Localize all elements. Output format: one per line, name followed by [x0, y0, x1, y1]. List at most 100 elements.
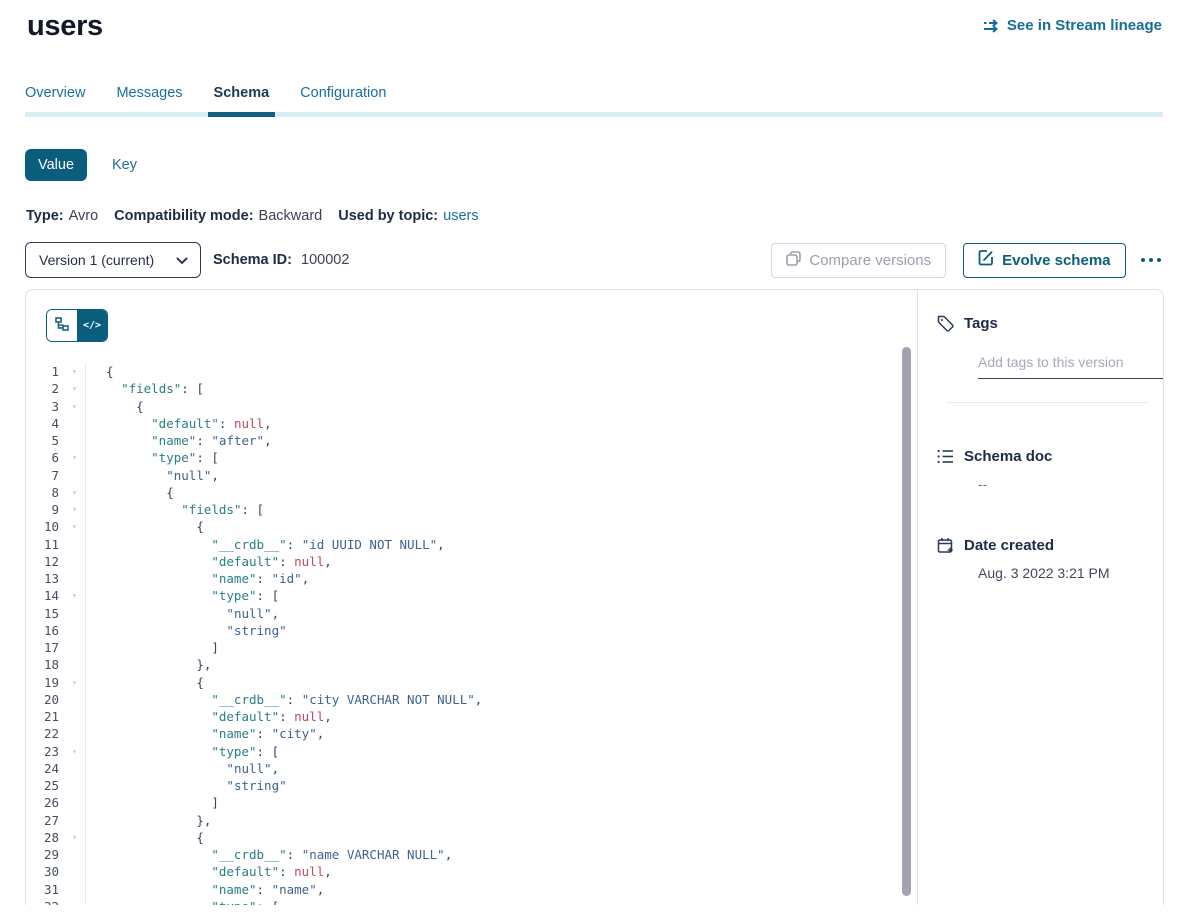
fold-toggle-icon[interactable]: ▾: [64, 587, 85, 604]
used-by-topic-label: Used by topic:: [338, 208, 438, 224]
date-created-value: Aug. 3 2022 3:21 PM: [978, 565, 1149, 581]
code-lines: 1▾{2▾ "fields": [3▾ {4 "default": null,5…: [26, 363, 917, 905]
fold-spacer: [64, 622, 85, 639]
code-text: "fields": [: [85, 501, 917, 518]
code-line: 4 "default": null,: [26, 415, 917, 432]
code-text: "null",: [85, 605, 917, 622]
code-text: ]: [85, 639, 917, 656]
evolve-schema-label: Evolve schema: [1002, 252, 1110, 269]
fold-spacer: [64, 415, 85, 432]
tree-view-button[interactable]: [47, 310, 77, 341]
fold-toggle-icon[interactable]: ▾: [64, 380, 85, 397]
tree-view-icon: [55, 317, 69, 334]
code-line: 13 "name": "id",: [26, 570, 917, 587]
code-line: 11 "__crdb__": "id UUID NOT NULL",: [26, 536, 917, 553]
fold-toggle-icon[interactable]: ▾: [64, 674, 85, 691]
line-number: 4: [26, 415, 64, 432]
code-text: "type": [: [85, 587, 917, 604]
code-text: "__crdb__": "name VARCHAR NULL",: [85, 846, 917, 863]
code-line: 31 "name": "name",: [26, 881, 917, 898]
code-line: 12 "default": null,: [26, 553, 917, 570]
fold-toggle-icon[interactable]: ▾: [64, 518, 85, 535]
fold-spacer: [64, 570, 85, 587]
type-label: Type:: [26, 208, 64, 224]
fold-toggle-icon[interactable]: ▾: [64, 898, 85, 905]
code-line: 2▾ "fields": [: [26, 380, 917, 397]
fold-toggle-icon[interactable]: ▾: [64, 501, 85, 518]
chevron-down-icon: [176, 252, 188, 268]
code-text: "__crdb__": "city VARCHAR NOT NULL",: [85, 691, 917, 708]
code-line: 19▾ {: [26, 674, 917, 691]
code-text: "type": [: [85, 743, 917, 760]
fold-toggle-icon[interactable]: ▾: [64, 484, 85, 501]
version-select[interactable]: Version 1 (current): [25, 242, 201, 278]
date-created-title: Date created: [964, 537, 1054, 554]
code-text: "null",: [85, 467, 917, 484]
fold-spacer: [64, 656, 85, 673]
schema-doc-title: Schema doc: [964, 448, 1052, 465]
add-tags-input[interactable]: [978, 354, 1164, 379]
fold-toggle-icon[interactable]: ▾: [64, 449, 85, 466]
code-text: "null",: [85, 760, 917, 777]
line-number: 27: [26, 812, 64, 829]
compare-versions-button[interactable]: Compare versions: [771, 243, 946, 278]
page-title: users: [27, 10, 103, 43]
code-line: 23▾ "type": [: [26, 743, 917, 760]
code-line: 18 },: [26, 656, 917, 673]
schema-code-editor[interactable]: 1▾{2▾ "fields": [3▾ {4 "default": null,5…: [26, 363, 917, 905]
calendar-plus-icon: [937, 537, 954, 554]
code-line: 17 ]: [26, 639, 917, 656]
evolve-schema-icon: [978, 250, 994, 270]
code-line: 24 "null",: [26, 760, 917, 777]
compatibility-label: Compatibility mode:: [114, 208, 253, 224]
code-line: 25 "string": [26, 777, 917, 794]
evolve-schema-button[interactable]: Evolve schema: [963, 243, 1125, 278]
line-number: 14: [26, 587, 64, 604]
code-text: },: [85, 656, 917, 673]
vertical-scrollbar-thumb[interactable]: [902, 347, 911, 896]
code-view-button[interactable]: </>: [77, 310, 107, 341]
stream-lineage-label: See in Stream lineage: [1007, 17, 1162, 34]
code-text: "__crdb__": "id UUID NOT NULL",: [85, 536, 917, 553]
line-number: 21: [26, 708, 64, 725]
code-line: 21 "default": null,: [26, 708, 917, 725]
tab-schema[interactable]: Schema: [214, 85, 270, 117]
fold-spacer: [64, 467, 85, 484]
value-toggle-button[interactable]: Value: [25, 149, 87, 181]
line-number: 5: [26, 432, 64, 449]
line-number: 10: [26, 518, 64, 535]
code-text: {: [85, 363, 917, 380]
line-number: 1: [26, 363, 64, 380]
code-line: 26 ]: [26, 794, 917, 811]
stream-lineage-link[interactable]: See in Stream lineage: [983, 17, 1162, 34]
fold-toggle-icon[interactable]: ▾: [64, 398, 85, 415]
code-line: 22 "name": "city",: [26, 725, 917, 742]
fold-spacer: [64, 863, 85, 880]
compare-versions-icon: [786, 251, 801, 270]
line-number: 16: [26, 622, 64, 639]
line-number: 20: [26, 691, 64, 708]
code-text: "fields": [: [85, 380, 917, 397]
line-number: 23: [26, 743, 64, 760]
code-text: "type": [: [85, 449, 917, 466]
key-toggle-button[interactable]: Key: [112, 157, 137, 173]
line-number: 30: [26, 863, 64, 880]
code-text: },: [85, 812, 917, 829]
code-line: 30 "default": null,: [26, 863, 917, 880]
line-number: 15: [26, 605, 64, 622]
more-options-button[interactable]: [1139, 252, 1164, 269]
fold-toggle-icon[interactable]: ▾: [64, 363, 85, 380]
schema-id-value: 100002: [301, 252, 349, 268]
topic-link[interactable]: users: [443, 208, 478, 224]
code-view-icon: </>: [83, 320, 101, 331]
fold-toggle-icon[interactable]: ▾: [64, 829, 85, 846]
fold-spacer: [64, 536, 85, 553]
tags-section-header: Tags: [937, 315, 1149, 332]
controls-row: Version 1 (current) Schema ID: 100002 Co…: [25, 242, 1163, 278]
schema-code-pane: </> 1▾{2▾ "fields": [3▾ {4 "default": nu…: [26, 290, 917, 905]
line-number: 22: [26, 725, 64, 742]
fold-toggle-icon[interactable]: ▾: [64, 743, 85, 760]
code-text: "type": [: [85, 898, 917, 905]
stream-lineage-icon: [983, 19, 1000, 33]
code-text: "default": null,: [85, 553, 917, 570]
